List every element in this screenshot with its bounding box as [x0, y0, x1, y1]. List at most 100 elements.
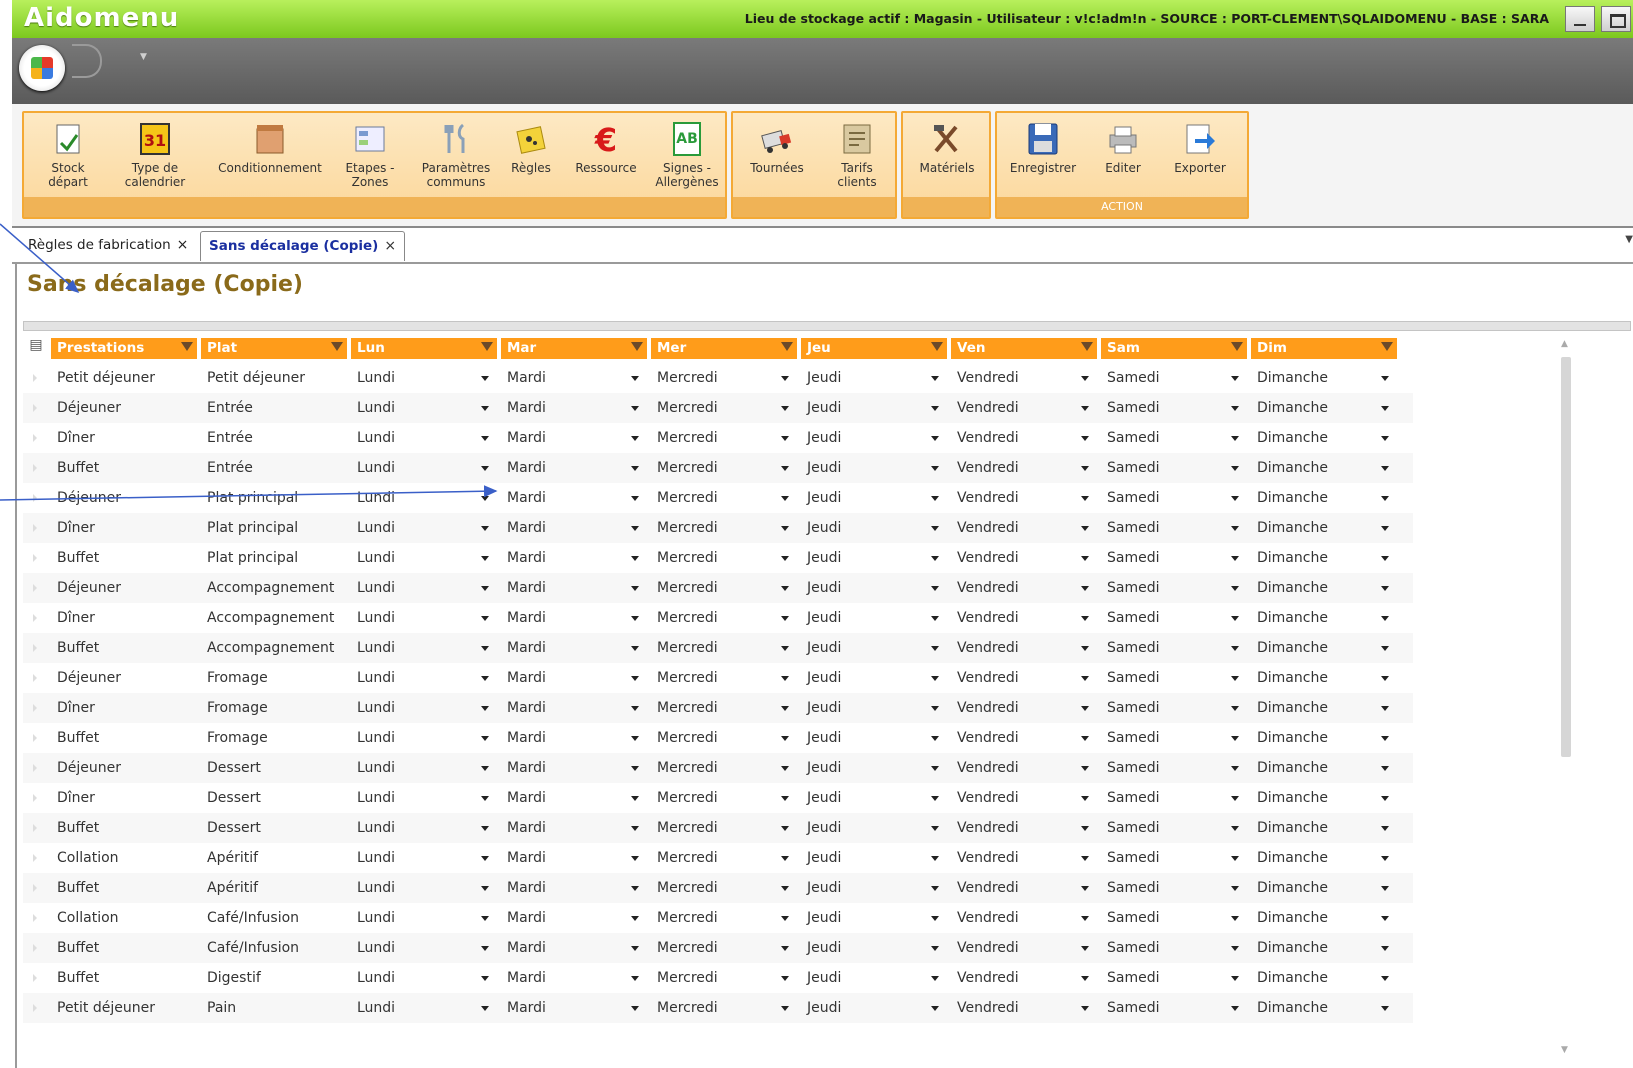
dropdown-arrow-icon[interactable] — [631, 706, 639, 711]
cell-day-select-mer[interactable]: Mercredi — [651, 753, 797, 783]
dropdown-arrow-icon[interactable] — [1381, 466, 1389, 471]
cell-day-select-jeu[interactable]: Jeudi — [801, 573, 947, 603]
dropdown-arrow-icon[interactable] — [481, 406, 489, 411]
cell-day-select-jeu[interactable]: Jeudi — [801, 843, 947, 873]
dropdown-arrow-icon[interactable] — [481, 1006, 489, 1011]
cell-day-select-sam[interactable]: Samedi — [1101, 843, 1247, 873]
dropdown-arrow-icon[interactable] — [781, 946, 789, 951]
cell-prestation[interactable]: Collation — [51, 903, 197, 933]
close-icon[interactable]: × — [384, 238, 396, 254]
dropdown-arrow-icon[interactable] — [1231, 706, 1239, 711]
ribbon-button-save[interactable]: Enregistrer — [1001, 121, 1085, 175]
cell-day-select-mer[interactable]: Mercredi — [651, 663, 797, 693]
dropdown-arrow-icon[interactable] — [1081, 976, 1089, 981]
ribbon-button-print[interactable]: Editer — [1091, 121, 1155, 175]
app-menu-button[interactable] — [19, 45, 65, 91]
cell-day-select-mar[interactable]: Mardi — [501, 573, 647, 603]
dropdown-arrow-icon[interactable] — [1381, 586, 1389, 591]
table-row[interactable]: Buffet Digestif Lundi Mardi Mercredi Jeudi Ven… — [23, 963, 1413, 993]
dropdown-arrow-icon[interactable] — [1231, 496, 1239, 501]
cell-day-select-dim[interactable]: Dimanche — [1251, 393, 1397, 423]
cell-day-select-jeu[interactable]: Jeudi — [801, 393, 947, 423]
cell-day-select-lun[interactable]: Lundi — [351, 393, 497, 423]
cell-plat[interactable]: Accompagnement — [201, 603, 347, 633]
cell-day-select-dim[interactable]: Dimanche — [1251, 423, 1397, 453]
dropdown-arrow-icon[interactable] — [1231, 466, 1239, 471]
cell-day-select-sam[interactable]: Samedi — [1101, 813, 1247, 843]
cell-day-select-lun[interactable]: Lundi — [351, 813, 497, 843]
dropdown-arrow-icon[interactable] — [931, 586, 939, 591]
dropdown-arrow-icon[interactable] — [931, 676, 939, 681]
dropdown-arrow-icon[interactable] — [1381, 706, 1389, 711]
cell-day-select-ven[interactable]: Vendredi — [951, 843, 1097, 873]
dropdown-arrow-icon[interactable] — [481, 376, 489, 381]
cell-day-select-sam[interactable]: Samedi — [1101, 633, 1247, 663]
cell-day-select-mer[interactable]: Mercredi — [651, 363, 797, 393]
dropdown-arrow-icon[interactable] — [931, 916, 939, 921]
cell-plat[interactable]: Entrée — [201, 393, 347, 423]
cell-day-select-sam[interactable]: Samedi — [1101, 513, 1247, 543]
table-row[interactable]: Buffet Apéritif Lundi Mardi Mercredi Jeudi Ven… — [23, 873, 1413, 903]
cell-day-select-mar[interactable]: Mardi — [501, 993, 647, 1023]
cell-day-select-ven[interactable]: Vendredi — [951, 423, 1097, 453]
dropdown-arrow-icon[interactable] — [481, 586, 489, 591]
dropdown-arrow-icon[interactable] — [781, 826, 789, 831]
cell-day-select-mar[interactable]: Mardi — [501, 633, 647, 663]
dropdown-arrow-icon[interactable] — [1231, 976, 1239, 981]
cell-plat[interactable]: Accompagnement — [201, 573, 347, 603]
cell-day-select-sam[interactable]: Samedi — [1101, 873, 1247, 903]
cell-prestation[interactable]: Dîner — [51, 423, 197, 453]
cell-day-select-dim[interactable]: Dimanche — [1251, 813, 1397, 843]
cell-day-select-dim[interactable]: Dimanche — [1251, 753, 1397, 783]
cell-day-select-dim[interactable]: Dimanche — [1251, 873, 1397, 903]
cell-day-select-sam[interactable]: Samedi — [1101, 603, 1247, 633]
dropdown-arrow-icon[interactable] — [481, 766, 489, 771]
dropdown-arrow-icon[interactable] — [781, 916, 789, 921]
table-row[interactable]: Déjeuner Plat principal Lundi Mardi Mercredi… — [23, 483, 1413, 513]
dropdown-arrow-icon[interactable] — [631, 616, 639, 621]
dropdown-arrow-icon[interactable] — [931, 466, 939, 471]
dropdown-arrow-icon[interactable] — [781, 856, 789, 861]
dropdown-arrow-icon[interactable] — [1231, 796, 1239, 801]
cell-day-select-jeu[interactable]: Jeudi — [801, 543, 947, 573]
dropdown-arrow-icon[interactable] — [931, 436, 939, 441]
cell-day-select-jeu[interactable]: Jeudi — [801, 693, 947, 723]
cell-prestation[interactable]: Collation — [51, 843, 197, 873]
dropdown-arrow-icon[interactable] — [931, 736, 939, 741]
cell-day-select-mar[interactable]: Mardi — [501, 513, 647, 543]
cell-day-select-lun[interactable]: Lundi — [351, 933, 497, 963]
dropdown-arrow-icon[interactable] — [781, 436, 789, 441]
cell-day-select-dim[interactable]: Dimanche — [1251, 723, 1397, 753]
cell-day-select-dim[interactable]: Dimanche — [1251, 663, 1397, 693]
cell-day-select-dim[interactable]: Dimanche — [1251, 843, 1397, 873]
dropdown-arrow-icon[interactable] — [781, 376, 789, 381]
dropdown-arrow-icon[interactable] — [1081, 466, 1089, 471]
dropdown-arrow-icon[interactable] — [1231, 436, 1239, 441]
scroll-thumb[interactable] — [1561, 357, 1571, 757]
dropdown-arrow-icon[interactable] — [481, 886, 489, 891]
dropdown-arrow-icon[interactable] — [1081, 1006, 1089, 1011]
dropdown-arrow-icon[interactable] — [481, 676, 489, 681]
dropdown-arrow-icon[interactable] — [1081, 616, 1089, 621]
dropdown-arrow-icon[interactable] — [1381, 736, 1389, 741]
cell-day-select-mer[interactable]: Mercredi — [651, 903, 797, 933]
cell-day-select-mar[interactable]: Mardi — [501, 903, 647, 933]
dropdown-arrow-icon[interactable] — [1381, 856, 1389, 861]
cell-plat[interactable]: Petit déjeuner — [201, 363, 347, 393]
dropdown-arrow-icon[interactable] — [1381, 916, 1389, 921]
dropdown-arrow-icon[interactable] — [1081, 496, 1089, 501]
cell-day-select-mer[interactable]: Mercredi — [651, 963, 797, 993]
cell-day-select-jeu[interactable]: Jeudi — [801, 873, 947, 903]
cell-day-select-jeu[interactable]: Jeudi — [801, 813, 947, 843]
cell-day-select-jeu[interactable]: Jeudi — [801, 753, 947, 783]
dropdown-arrow-icon[interactable] — [1081, 736, 1089, 741]
cell-day-select-dim[interactable]: Dimanche — [1251, 513, 1397, 543]
cell-plat[interactable]: Plat principal — [201, 483, 347, 513]
dropdown-arrow-icon[interactable] — [1381, 376, 1389, 381]
column-header-mar[interactable]: Mar — [501, 338, 647, 359]
cell-day-select-lun[interactable]: Lundi — [351, 483, 497, 513]
cell-day-select-lun[interactable]: Lundi — [351, 723, 497, 753]
column-header-mer[interactable]: Mer — [651, 338, 797, 359]
dropdown-arrow-icon[interactable] — [481, 976, 489, 981]
dropdown-arrow-icon[interactable] — [481, 706, 489, 711]
